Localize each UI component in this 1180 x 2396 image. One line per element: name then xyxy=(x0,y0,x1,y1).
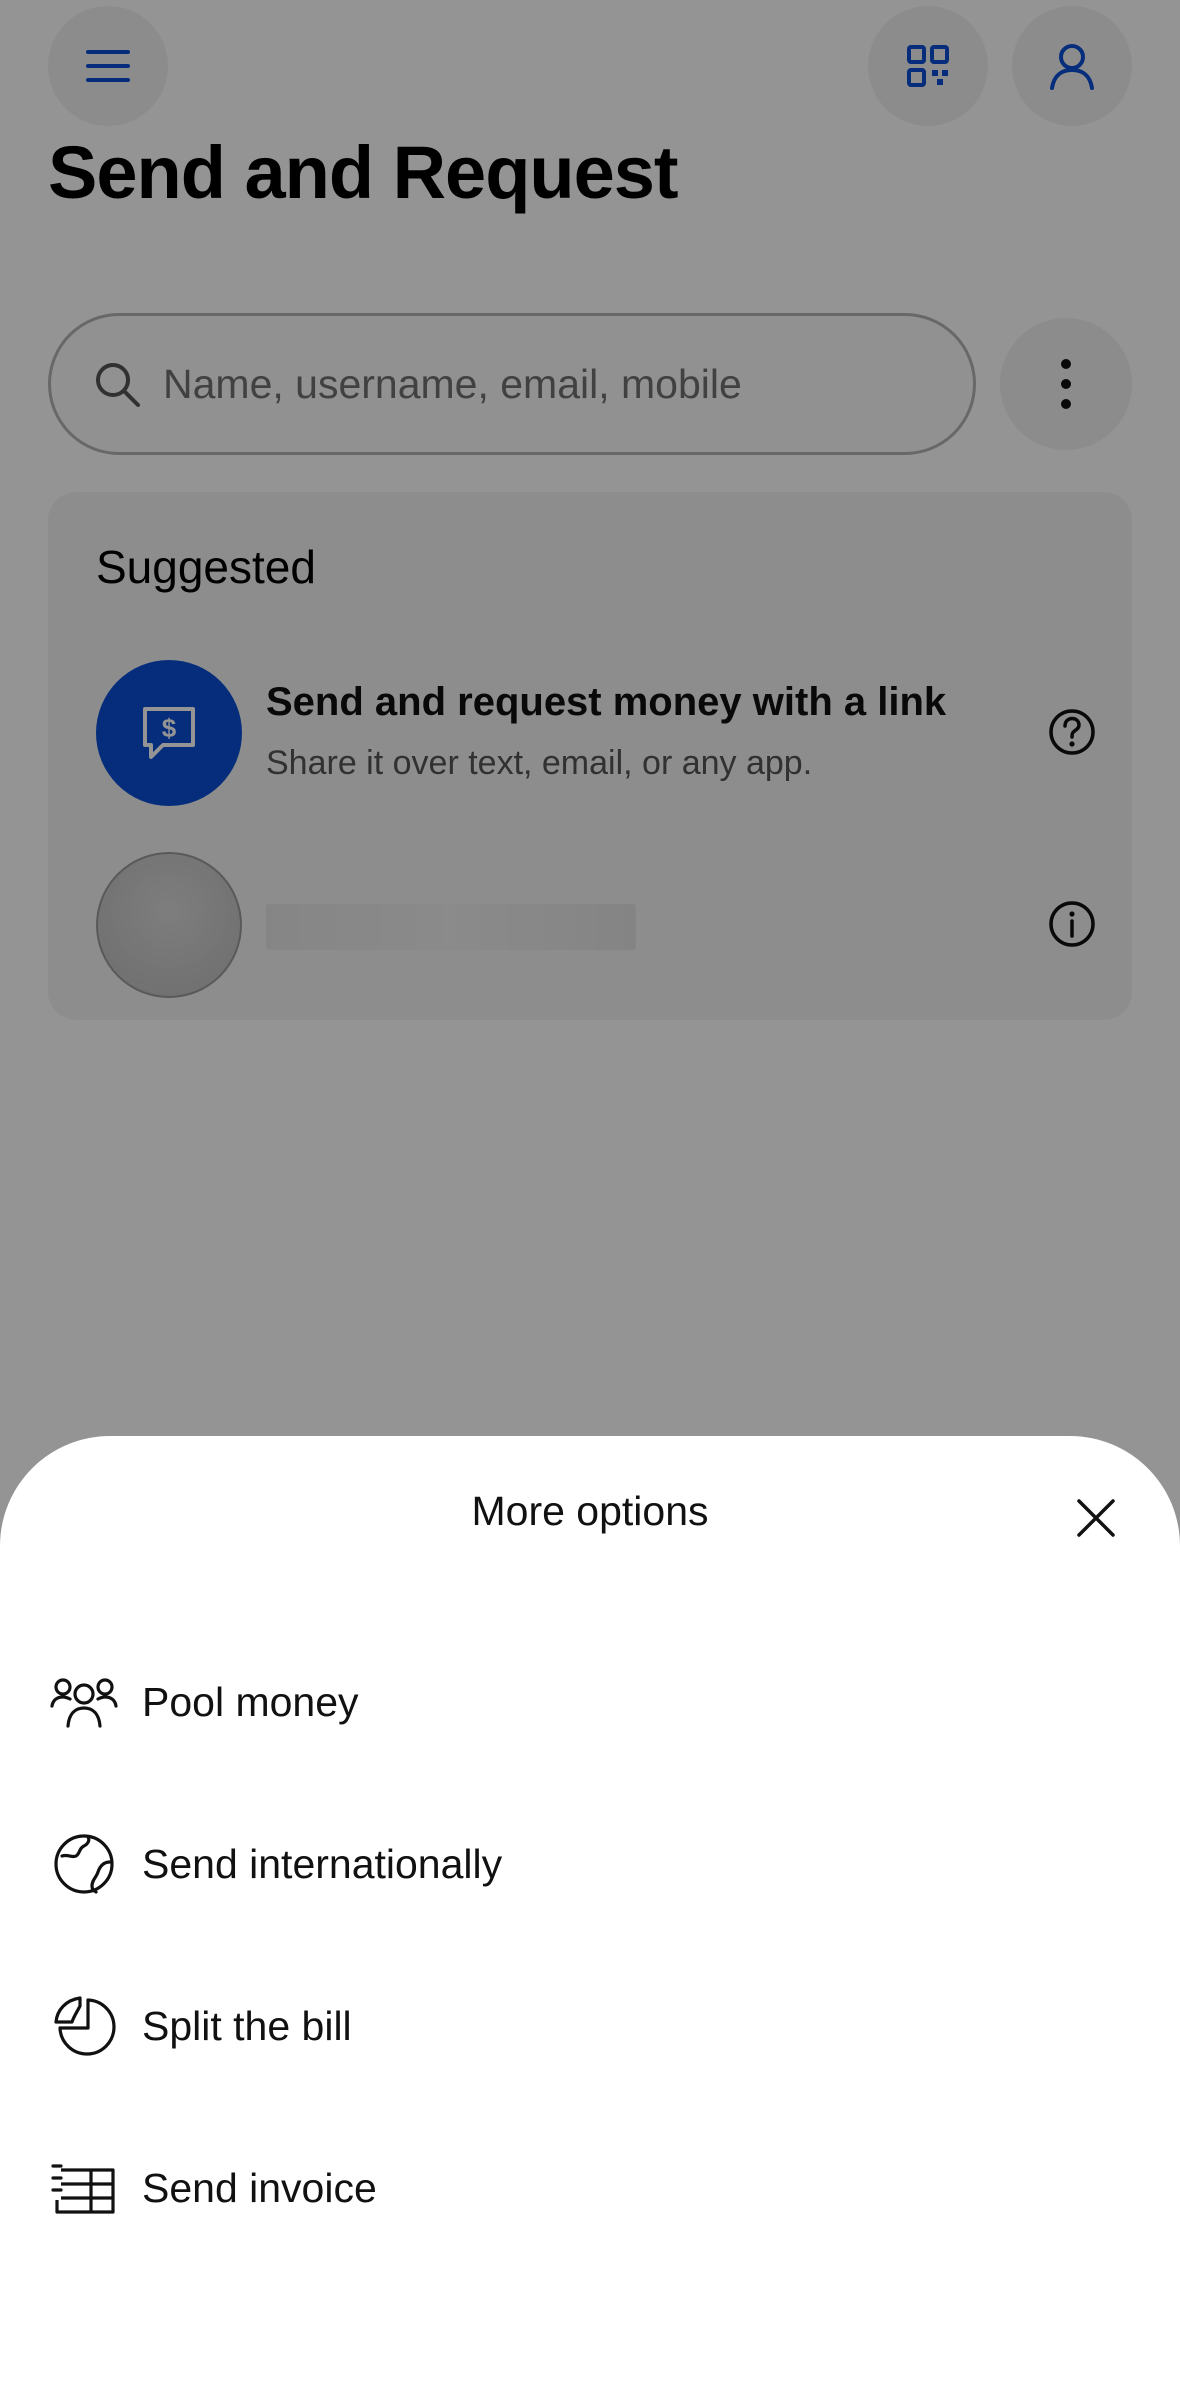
option-split-the-bill[interactable]: Split the bill xyxy=(0,1945,1180,2107)
option-label: Split the bill xyxy=(142,2002,352,2049)
option-label: Send internationally xyxy=(142,1840,503,1887)
pie-chart-icon xyxy=(48,1990,120,2062)
option-send-internationally[interactable]: Send internationally xyxy=(0,1783,1180,1945)
invoice-icon xyxy=(48,2152,120,2224)
close-button[interactable] xyxy=(1068,1490,1124,1546)
option-send-invoice[interactable]: Send invoice xyxy=(0,2107,1180,2269)
option-label: Send invoice xyxy=(142,2164,377,2211)
sheet-title: More options xyxy=(471,1488,709,1534)
option-pool-money[interactable]: Pool money xyxy=(0,1621,1180,1783)
globe-icon xyxy=(48,1828,120,1900)
option-label: Pool money xyxy=(142,1678,359,1725)
people-group-icon xyxy=(48,1666,120,1738)
more-options-sheet: More options Pool money Send internation… xyxy=(0,1436,1180,2396)
close-icon xyxy=(1077,1499,1115,1537)
send-request-screen: Send and Request Name, username, email, … xyxy=(0,0,1180,2396)
